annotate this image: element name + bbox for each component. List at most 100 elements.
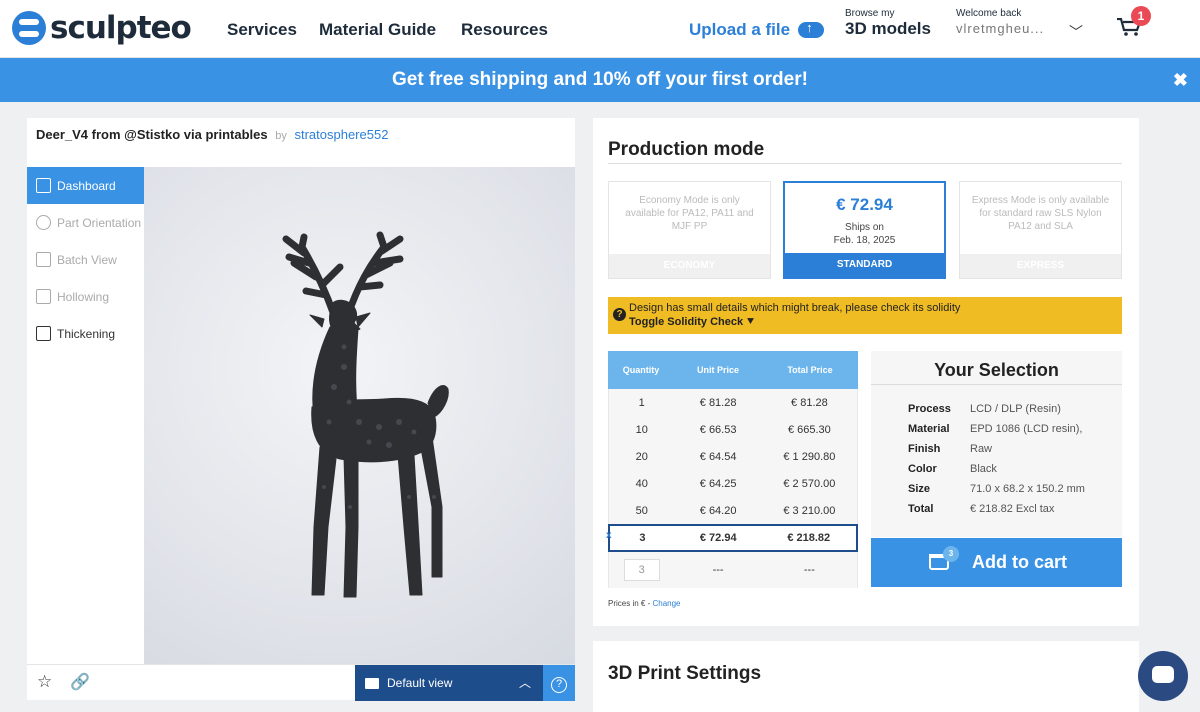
sidebar-item-label: Dashboard	[57, 178, 116, 193]
unit-price-cell: € 66.53	[699, 423, 737, 436]
ships-on-label: Ships on	[845, 222, 884, 233]
standard-label: STANDARD	[785, 253, 944, 277]
unit-price-cell: € 72.94	[699, 532, 737, 544]
help-button[interactable]: ?	[543, 665, 575, 701]
welcome-label: Welcome back	[956, 8, 1022, 19]
change-currency-link[interactable]: Change	[652, 599, 680, 608]
finish-key: Finish	[908, 443, 941, 455]
material-key: Material	[908, 423, 950, 435]
prices-in-label: Prices in € -	[608, 599, 651, 608]
close-icon[interactable]: ✖	[1173, 58, 1188, 102]
unit-price-cell: € 64.54	[699, 450, 737, 463]
quantity-input[interactable]: 3	[623, 559, 660, 581]
add-to-cart-button[interactable]: 3 Add to cart	[871, 538, 1122, 587]
ship-date: Ships on Feb. 18, 2025	[785, 221, 944, 247]
model-viewport[interactable]	[144, 167, 575, 664]
cart-count-badge: 1	[1131, 6, 1151, 26]
currency-note: Prices in € - Change	[608, 599, 681, 608]
total-price-cell: € 2 570.00	[783, 477, 836, 490]
nav-services[interactable]: Services	[227, 20, 297, 40]
by-label: by	[275, 130, 287, 142]
total-price-cell: ---	[803, 564, 815, 576]
link-icon[interactable]: 🔗	[70, 672, 90, 692]
express-label: EXPRESS	[960, 254, 1121, 278]
total-price-cell: € 3 210.00	[783, 504, 836, 517]
upload-label: Upload a file	[689, 20, 791, 39]
sidebar-item-label: Part Orientation	[57, 215, 142, 230]
standard-mode-card[interactable]: € 72.94 Ships on Feb. 18, 2025 STANDARD	[783, 181, 946, 279]
table-header: Quantity Unit Price Total Price	[608, 351, 858, 389]
logo-mark-icon	[12, 11, 46, 45]
table-row[interactable]: 40 € 64.25 € 2 570.00	[608, 470, 858, 497]
total-price-cell: € 218.82	[787, 532, 831, 544]
qty-cell: 10	[635, 423, 648, 436]
part-title: Deer_V4 from @Stistko via printables by …	[36, 127, 388, 142]
remove-selection-icon[interactable]: x	[606, 530, 612, 541]
nav-resources[interactable]: Resources	[461, 20, 548, 40]
print-settings-title: 3D Print Settings	[608, 663, 762, 684]
account-menu[interactable]: Welcome back vlretmgheu...	[956, 8, 1044, 36]
total-price-cell: € 665.30	[787, 423, 831, 436]
table-row[interactable]: 1 € 81.28 € 81.28	[608, 389, 858, 416]
warning-text: Design has small details which might bre…	[629, 302, 961, 314]
color-value: Black	[970, 463, 997, 475]
user-name: vlretmgheu...	[956, 21, 1045, 36]
chat-bubble-icon[interactable]	[1138, 651, 1188, 701]
question-icon: ?	[613, 308, 626, 321]
hollow-icon	[36, 289, 51, 304]
express-mode-card: Express Mode is only available for stand…	[959, 181, 1122, 279]
toggle-solidity-link[interactable]: Toggle Solidity Check ⯆	[629, 316, 755, 329]
total-price-cell: € 81.28	[791, 396, 828, 409]
unit-price-cell: ---	[712, 564, 724, 576]
nav-material-guide[interactable]: Material Guide	[319, 20, 436, 40]
print-settings-panel: 3D Print Settings	[593, 641, 1139, 712]
deer-model-render	[282, 231, 449, 598]
color-key: Color	[908, 463, 937, 475]
size-key: Size	[908, 483, 931, 495]
table-row[interactable]: 20 € 64.54 € 1 290.80	[608, 443, 858, 470]
total-key: Total	[908, 503, 934, 515]
part-name: Deer_V4 from @Stistko via printables	[36, 127, 268, 142]
column-header: Unit Price	[696, 365, 739, 375]
table-row[interactable]: 10 € 66.53 € 665.30	[608, 416, 858, 443]
default-view-button[interactable]: Default view ︿	[355, 665, 543, 701]
sidebar-item-batch-view[interactable]: Batch View	[27, 241, 144, 278]
qty-cell: 40	[635, 477, 648, 490]
chevron-up-icon: ︿	[518, 676, 531, 690]
promo-text: Get free shipping and 10% off your first…	[392, 69, 808, 90]
upload-file-button[interactable]: Upload a file	[689, 20, 825, 40]
cube-icon	[36, 178, 51, 193]
help-icon: ?	[551, 677, 567, 693]
table-row[interactable]: 50 € 64.20 € 3 210.00	[608, 497, 858, 524]
unit-price-cell: € 64.25	[699, 477, 737, 490]
cart-qty-badge: 3	[943, 546, 959, 562]
total-price-cell: € 1 290.80	[783, 450, 836, 463]
sidebar-item-hollowing[interactable]: Hollowing	[27, 278, 144, 315]
quantity-price-table: Quantity Unit Price Total Price 1 € 81.2…	[606, 351, 858, 588]
image-icon	[365, 677, 379, 689]
economy-label: ECONOMY	[609, 254, 770, 278]
sidebar-item-thickening[interactable]: Thickening	[27, 315, 144, 352]
author-link[interactable]: stratosphere552	[294, 127, 388, 142]
column-header: Quantity	[622, 365, 660, 375]
browse-small-label: Browse my	[845, 8, 895, 19]
qty-cell: 50	[635, 504, 648, 517]
sidebar-item-dashboard[interactable]: Dashboard	[27, 167, 144, 204]
star-icon[interactable]: ☆	[37, 672, 52, 692]
sidebar-item-part-orientation[interactable]: Part Orientation	[27, 204, 144, 241]
cloud-upload-icon	[798, 20, 825, 38]
selected-quantity-row[interactable]: x 3 € 72.94 € 218.82	[606, 524, 858, 552]
total-value: € 218.82 Excl tax	[970, 503, 1055, 515]
orientation-icon	[36, 215, 51, 230]
default-view-label: Default view	[387, 676, 453, 690]
batch-icon	[36, 252, 51, 267]
column-header: Total Price	[787, 365, 833, 375]
solidity-warning: ? Design has small details which might b…	[608, 297, 1122, 334]
logo-text: sculpteo	[50, 10, 192, 46]
chevron-down-icon[interactable]: ﹀	[1069, 22, 1083, 42]
part-viewer-panel: Deer_V4 from @Stistko via printables by …	[27, 118, 575, 701]
browse-models-link[interactable]: Browse my 3D models	[845, 8, 931, 39]
sculpteo-logo[interactable]: sculpteo	[12, 10, 192, 46]
economy-description: Economy Mode is only available for PA12,…	[625, 195, 754, 232]
finish-value: Raw	[970, 443, 993, 455]
